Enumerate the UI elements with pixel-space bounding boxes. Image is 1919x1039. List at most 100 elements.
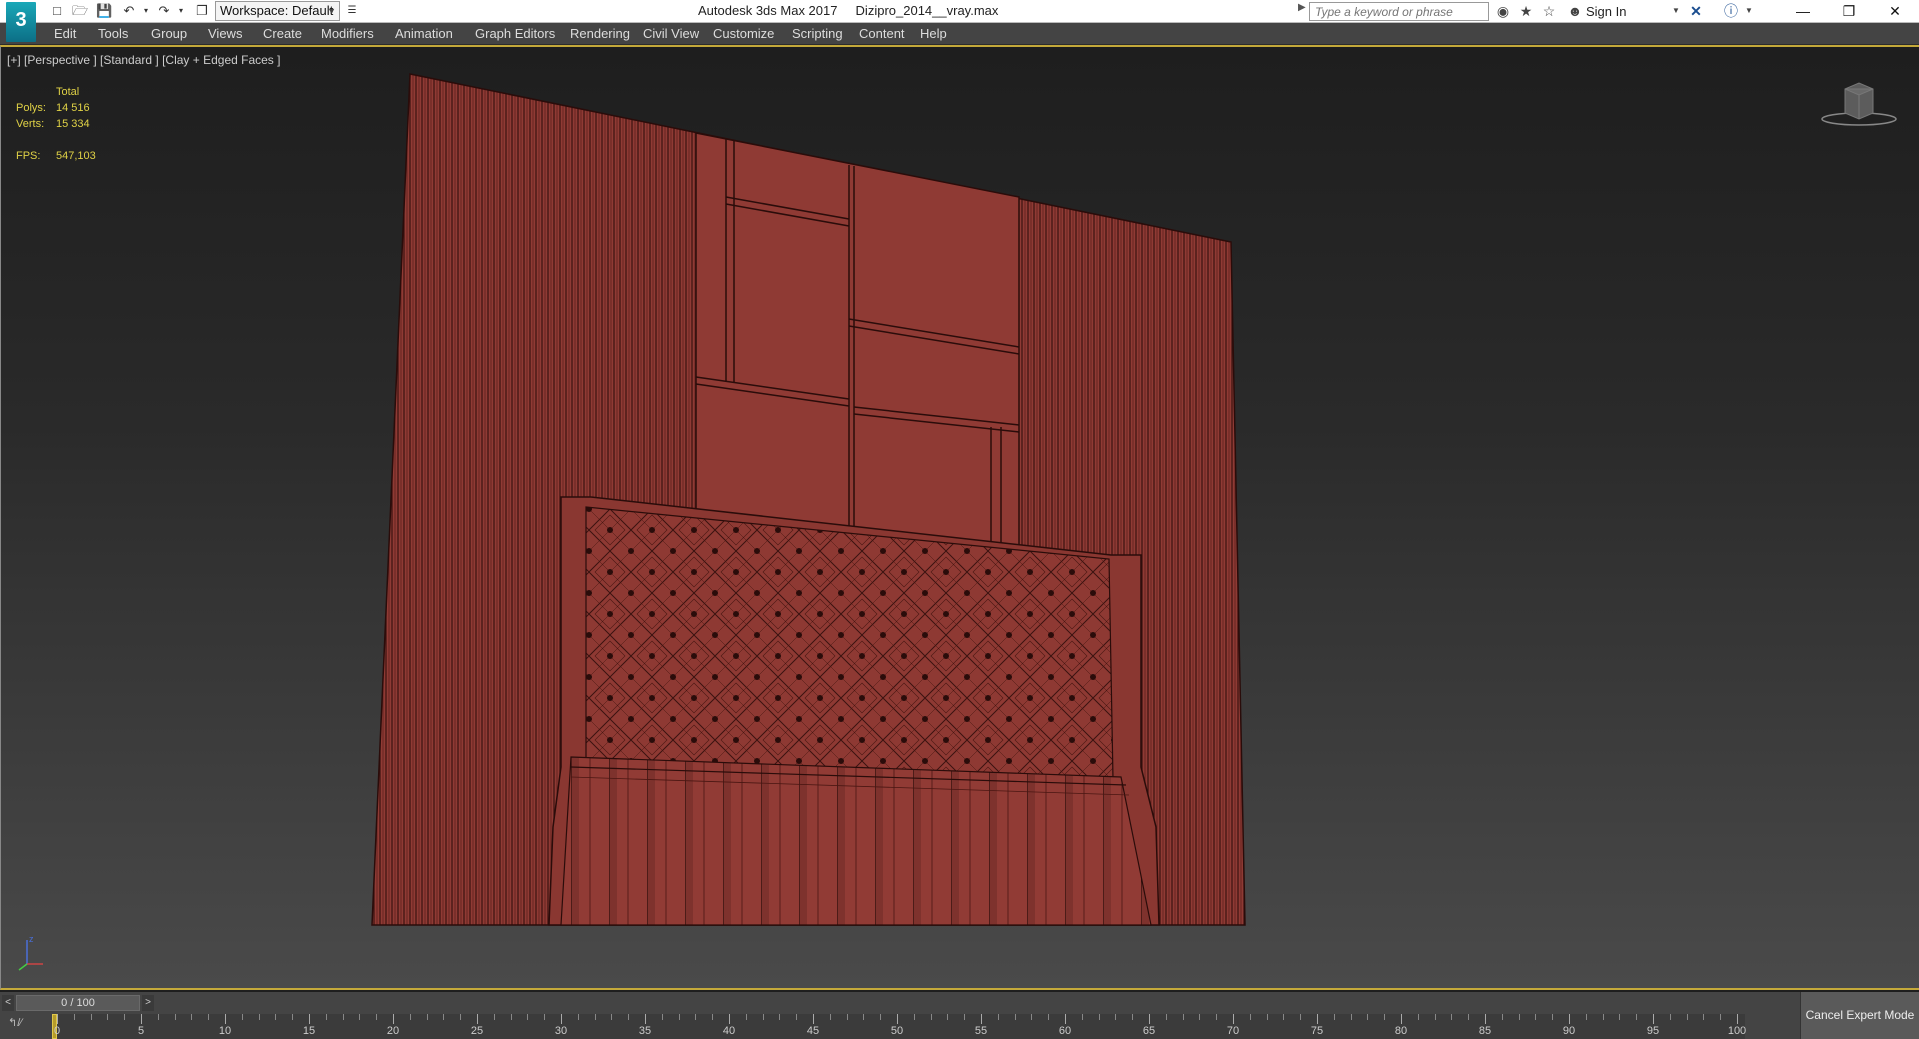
timeline-tick [981, 1014, 982, 1024]
undo-dropdown-icon[interactable]: ▾ [138, 3, 154, 19]
timeline-tick [1031, 1014, 1032, 1020]
timeline-tick [679, 1014, 680, 1020]
track-bar[interactable]: 0 5 10 15 20 25 30 35 40 45 50 55 60 65 70 75 80 85 90 95 10… [52, 1014, 1746, 1039]
user-icon[interactable]: ☻ [1566, 2, 1584, 20]
exchange-apps-icon[interactable]: ✕ [1687, 2, 1705, 20]
bottom-panel: < 0 / 100 > ↰/∕ 0 5 10 15 20 25 30 35 40 45 50 55 60… [0, 992, 1919, 1039]
subscription-icon[interactable]: ★ [1517, 2, 1535, 20]
help-dropdown-icon[interactable]: ▼ [1740, 2, 1758, 20]
file-name: Dizipro_2014__vray.max [855, 3, 999, 18]
viewcube-icon[interactable] [1819, 79, 1899, 129]
timeline-label: 65 [1142, 1025, 1156, 1037]
timeline-label: 95 [1646, 1025, 1660, 1037]
menu-content[interactable]: Content [859, 26, 905, 41]
timeline-tick [141, 1014, 142, 1024]
menu-modifiers[interactable]: Modifiers [321, 26, 374, 41]
menu-edit[interactable]: Edit [54, 26, 76, 41]
close-icon[interactable]: ✕ [1872, 0, 1918, 23]
timeline-label: 30 [554, 1025, 568, 1037]
binoculars-icon[interactable]: ◉ [1494, 2, 1512, 20]
timeline-tick [477, 1014, 478, 1024]
verts-value: 15 334 [56, 118, 90, 130]
cancel-expert-mode-button[interactable]: Cancel Expert Mode [1800, 992, 1919, 1039]
menu-bar: Edit Tools Group Views Create Modifiers … [0, 23, 1919, 45]
menu-help[interactable]: Help [920, 26, 947, 41]
help-icon[interactable]: ⓘ [1722, 2, 1740, 20]
timeline-tick [1653, 1014, 1654, 1024]
headboard-model [371, 73, 1246, 926]
open-file-icon[interactable]: 🗁 [72, 3, 88, 19]
menu-tools[interactable]: Tools [98, 26, 128, 41]
menu-animation[interactable]: Animation [395, 26, 453, 41]
menu-graph-editors[interactable]: Graph Editors [475, 26, 555, 41]
timeline-tick [309, 1014, 310, 1024]
timeline-tick [645, 1014, 646, 1024]
timeline-tick [91, 1014, 92, 1020]
timeline-tick [1015, 1014, 1016, 1020]
search-expand-icon[interactable]: ▶ [1298, 2, 1306, 13]
viewport-label[interactable]: [+] [Perspective ] [Standard ] [Clay + E… [7, 53, 280, 67]
timeline-tick [57, 1014, 58, 1024]
timeline-tick [1267, 1014, 1268, 1020]
save-file-icon[interactable]: 💾 [96, 3, 112, 19]
restore-icon[interactable]: ❐ [1826, 0, 1872, 23]
chevron-down-icon: ▼ [327, 6, 336, 16]
menu-rendering[interactable]: Rendering [570, 26, 630, 41]
project-folder-icon[interactable]: ❐ [194, 3, 210, 19]
menu-civil-view[interactable]: Civil View [643, 26, 699, 41]
menu-scripting[interactable]: Scripting [792, 26, 843, 41]
favorites-star-icon[interactable]: ☆ [1540, 2, 1558, 20]
axis-tripod-icon: z [18, 934, 43, 971]
timeline-tick [561, 1014, 562, 1024]
timeline-tick [1334, 1014, 1335, 1020]
timeline-label: 20 [386, 1025, 400, 1037]
time-slider-prev-button[interactable]: < [2, 995, 14, 1011]
timeline-tick [124, 1014, 125, 1020]
quick-access-customize-icon[interactable]: ☰ [344, 3, 360, 19]
timeline-tick [74, 1014, 75, 1020]
mini-curve-editor-icon[interactable]: ↰/∕ [8, 1016, 22, 1029]
timeline-tick [1703, 1014, 1704, 1020]
timeline-tick [796, 1014, 797, 1020]
menu-customize[interactable]: Customize [713, 26, 774, 41]
redo-dropdown-icon[interactable]: ▾ [173, 3, 189, 19]
sign-in-link[interactable]: Sign In [1586, 4, 1626, 19]
menu-group[interactable]: Group [151, 26, 187, 41]
time-slider[interactable]: < 0 / 100 > [0, 995, 1800, 1011]
signin-dropdown-icon[interactable]: ▼ [1667, 2, 1685, 20]
polys-value: 14 516 [56, 102, 90, 114]
menu-views[interactable]: Views [208, 26, 242, 41]
time-slider-next-button[interactable]: > [142, 995, 154, 1011]
app-logo-icon[interactable]: 3 [6, 2, 36, 42]
time-slider-thumb[interactable]: 0 / 100 [16, 995, 140, 1011]
timeline-tick [1199, 1014, 1200, 1020]
timeline-tick [1401, 1014, 1402, 1024]
timeline-tick [359, 1014, 360, 1020]
timeline-tick [1586, 1014, 1587, 1020]
timeline-tick [897, 1014, 898, 1024]
timeline-tick [1670, 1014, 1671, 1020]
timeline-tick [746, 1014, 747, 1020]
timeline-tick [1149, 1014, 1150, 1024]
perspective-viewport[interactable]: [+] [Perspective ] [Standard ] [Clay + E… [0, 45, 1919, 990]
search-input[interactable] [1309, 2, 1489, 21]
timeline-tick [1687, 1014, 1688, 1020]
stats-header: Total [56, 86, 80, 98]
new-file-icon[interactable]: □ [49, 3, 65, 19]
timeline-tick [225, 1014, 226, 1024]
timeline-label: 85 [1478, 1025, 1492, 1037]
undo-icon[interactable]: ↶ [121, 3, 137, 19]
redo-icon[interactable]: ↷ [156, 3, 172, 19]
timeline-tick [863, 1014, 864, 1020]
menu-create[interactable]: Create [263, 26, 302, 41]
timeline-tick [1485, 1014, 1486, 1024]
timeline-tick [914, 1014, 915, 1020]
timeline-label: 5 [137, 1025, 145, 1037]
minimize-icon[interactable]: — [1780, 0, 1826, 23]
timeline-tick [1435, 1014, 1436, 1020]
timeline-tick [880, 1014, 881, 1020]
workspace-selector[interactable]: Workspace: Default ▼ [215, 1, 340, 21]
timeline-tick [191, 1014, 192, 1020]
fps-value: 547,103 [56, 150, 96, 162]
timeline-tick [1418, 1014, 1419, 1020]
